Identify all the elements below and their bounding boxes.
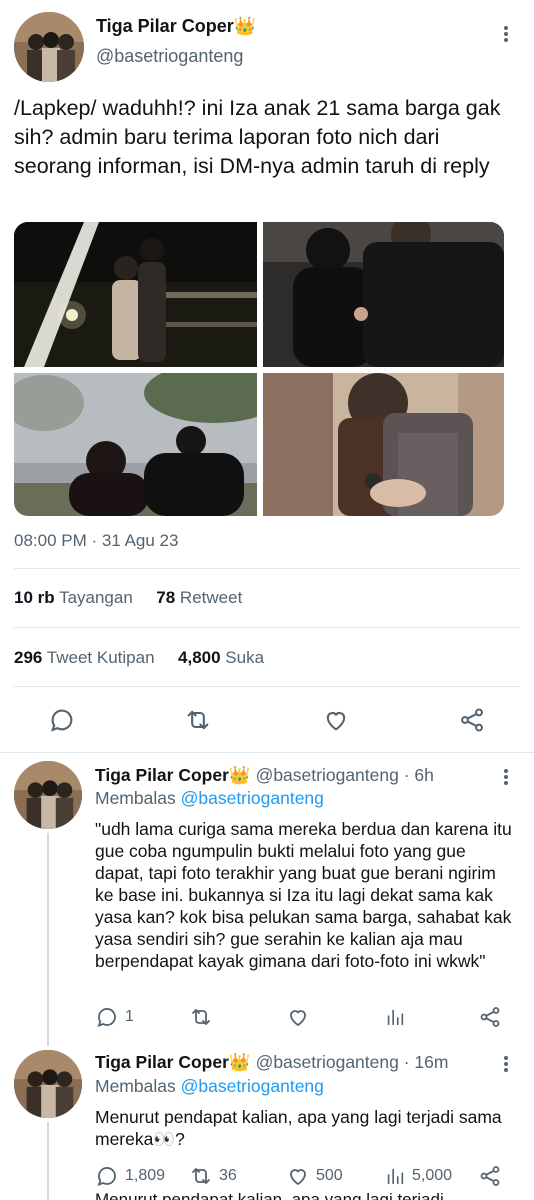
thread-line (47, 833, 49, 1046)
views-button[interactable] (384, 1004, 412, 1030)
tweet-timestamp[interactable]: 08:00 PM · 31 Agu 23 (14, 531, 178, 551)
stats-row-1: 10 rb Tayangan 78 Retweet (14, 588, 242, 608)
views-stat[interactable]: 10 rb Tayangan (14, 588, 133, 607)
reply-icon (97, 1008, 116, 1027)
reply-action-bar: 1,809 36 500 5,000 (95, 1163, 515, 1189)
reply-author-name[interactable]: Tiga Pilar Coper👑 @basetrioganteng · 6h (95, 765, 434, 786)
retweet-button[interactable] (189, 1004, 219, 1030)
crown-badge-icon: 👑 (228, 765, 251, 785)
like-button[interactable] (286, 1004, 316, 1030)
next-tweet-cutoff-text: Menurut pendapat kalian, apa yang lagi t… (95, 1190, 444, 1200)
reply-text: "udh lama curiga sama mereka berdua dan … (95, 819, 512, 971)
replying-to-link[interactable]: @basetrioganteng (181, 1076, 324, 1096)
author-handle[interactable]: @basetrioganteng (96, 46, 243, 67)
views-icon (387, 1009, 404, 1026)
views-button[interactable]: 5,000 (384, 1163, 452, 1189)
reply-author-handle: @basetrioganteng (255, 765, 399, 785)
like-icon (290, 1169, 306, 1186)
divider (14, 627, 520, 628)
retweet-icon[interactable] (184, 706, 212, 734)
photo-3[interactable] (14, 373, 257, 516)
photo-4[interactable] (263, 373, 504, 516)
replying-to: Membalas @basetrioganteng (95, 1076, 324, 1096)
views-icon (387, 1168, 404, 1185)
like-button[interactable]: 500 (286, 1163, 343, 1189)
reply-time: · 6h (403, 765, 434, 785)
tweet-text: /Lapkep/ waduhh!? ini Iza anak 21 sama b… (14, 96, 501, 178)
crown-badge-icon: 👑 (233, 16, 257, 36)
tweet-action-bar (0, 700, 534, 740)
reply-tweet[interactable]: Tiga Pilar Coper👑 @basetrioganteng · 6h … (0, 753, 534, 1046)
likes-stat[interactable]: 4,800 Suka (178, 648, 264, 667)
divider (14, 686, 520, 687)
retweet-icon (192, 1009, 210, 1025)
like-icon[interactable] (322, 706, 350, 734)
reply-icon[interactable] (48, 706, 76, 734)
divider (14, 568, 520, 569)
share-icon (480, 1166, 500, 1186)
author-name[interactable]: Tiga Pilar Coper👑 (96, 16, 256, 37)
like-icon (290, 1010, 306, 1027)
photo-1[interactable] (14, 222, 257, 367)
thread-line (47, 1122, 49, 1200)
photo-grid (14, 222, 504, 516)
replying-to-link[interactable]: @basetrioganteng (181, 788, 324, 808)
reply-icon (97, 1167, 116, 1186)
reply-tweet[interactable]: Tiga Pilar Coper👑 @basetrioganteng · 16m… (0, 1040, 534, 1200)
reply-button[interactable]: 1,809 (95, 1163, 165, 1189)
reply-author-handle: @basetrioganteng (255, 1052, 399, 1072)
more-options-icon[interactable] (496, 767, 516, 789)
reply-button[interactable]: 1 (95, 1004, 134, 1030)
share-button[interactable] (478, 1163, 502, 1189)
author-avatar[interactable] (14, 12, 84, 82)
share-icon[interactable] (458, 706, 486, 734)
more-options-icon[interactable] (496, 1054, 516, 1076)
stats-row-2: 296 Tweet Kutipan 4,800 Suka (14, 648, 264, 668)
retweets-stat[interactable]: 78 Retweet (156, 588, 242, 607)
share-button[interactable] (478, 1004, 502, 1030)
more-options-icon[interactable] (496, 24, 516, 46)
crown-badge-icon: 👑 (228, 1052, 251, 1072)
reply-time: · 16m (403, 1052, 449, 1072)
quotes-stat[interactable]: 296 Tweet Kutipan (14, 648, 155, 667)
reply-author-avatar[interactable] (14, 1050, 82, 1118)
retweet-icon (192, 1168, 210, 1184)
share-icon (480, 1007, 500, 1027)
reply-author-avatar[interactable] (14, 761, 82, 829)
retweet-button[interactable]: 36 (189, 1163, 237, 1189)
reply-action-bar: 1 (95, 1004, 515, 1030)
photo-2[interactable] (263, 222, 504, 367)
reply-text: Menurut pendapat kalian, apa yang lagi t… (95, 1107, 502, 1149)
replying-to: Membalas @basetrioganteng (95, 788, 324, 808)
reply-author-name[interactable]: Tiga Pilar Coper👑 @basetrioganteng · 16m (95, 1052, 448, 1073)
